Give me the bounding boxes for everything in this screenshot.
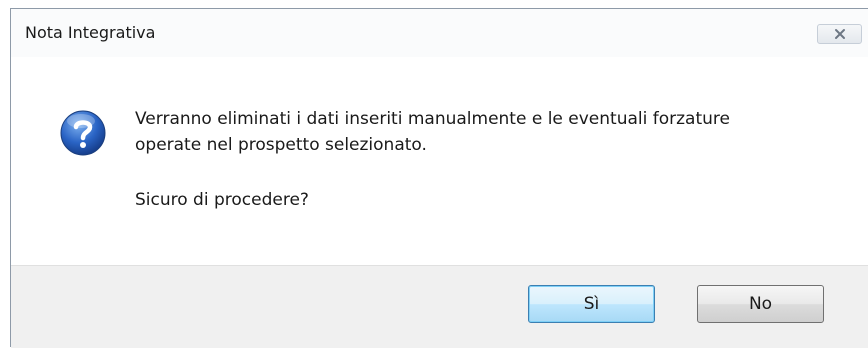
question-icon xyxy=(59,109,107,157)
confirm-question: Sicuro di procedere? xyxy=(135,190,309,210)
message-line-2: operate nel prospetto selezionato. xyxy=(135,135,427,155)
yes-button[interactable]: Sì xyxy=(528,285,655,323)
close-icon xyxy=(833,25,847,44)
dialog-content: Verranno eliminati i dati inseriti manua… xyxy=(11,57,868,265)
close-button[interactable] xyxy=(817,24,862,44)
no-button[interactable]: No xyxy=(697,285,824,323)
title-bar[interactable]: Nota Integrativa xyxy=(11,9,868,57)
message-line-1: Verranno eliminati i dati inseriti manua… xyxy=(135,109,730,129)
no-button-label: No xyxy=(748,294,773,314)
window-title: Nota Integrativa xyxy=(25,23,156,42)
yes-button-label: Sì xyxy=(583,294,600,314)
message-dialog: Nota Integrativa Verranno eliminati i da… xyxy=(10,8,868,348)
